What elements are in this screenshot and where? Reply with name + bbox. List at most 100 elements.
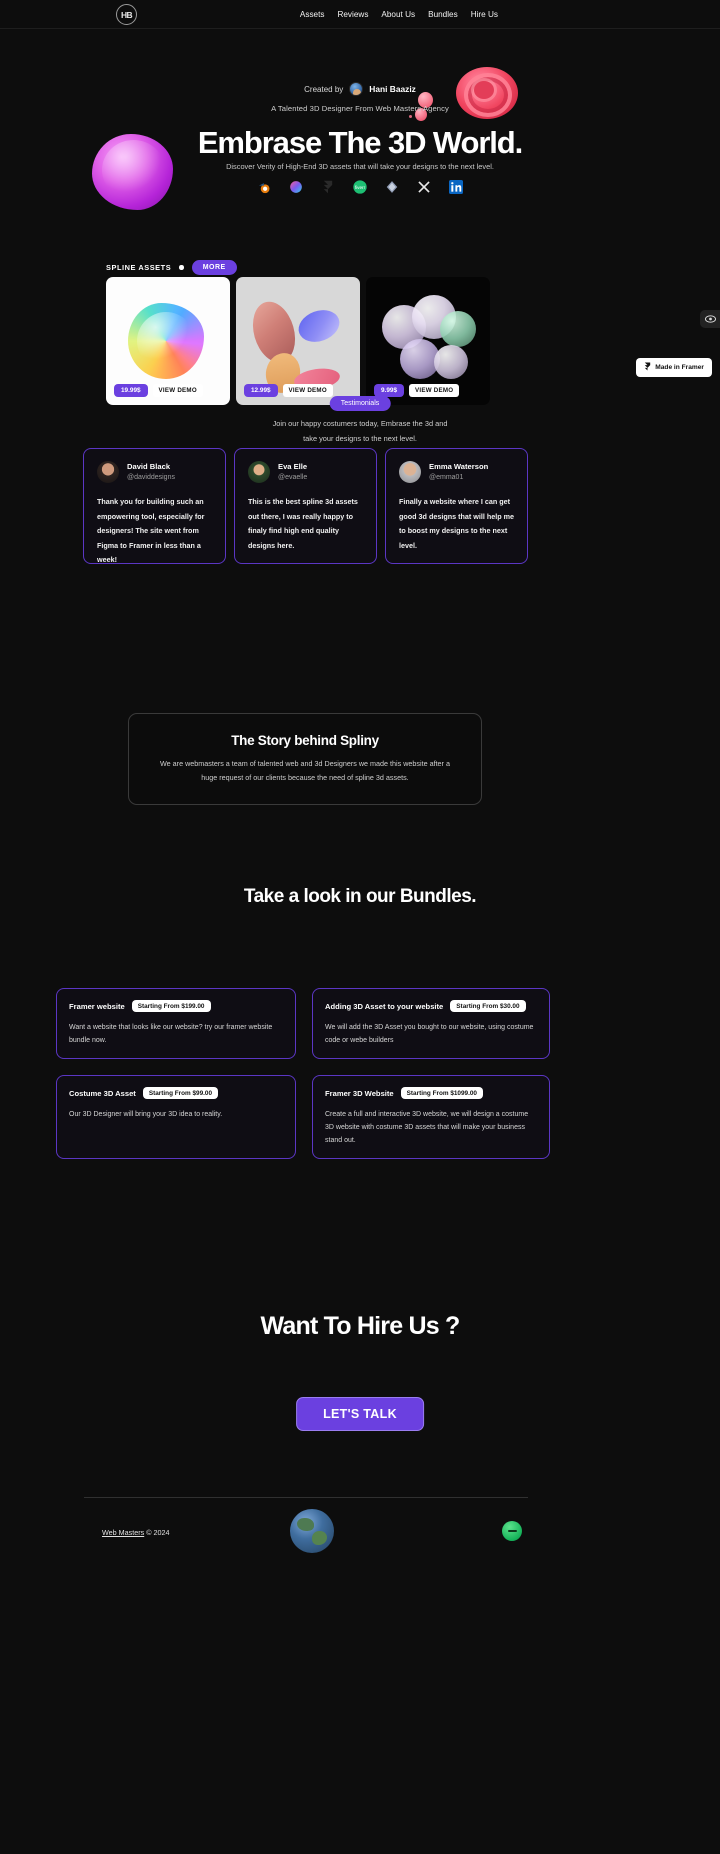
bundle-grid: Framer website Starting From $199.00 Wan… <box>56 988 664 1159</box>
svg-text:fiverr: fiverr <box>355 185 366 190</box>
testimonial-name: Emma Waterson <box>429 462 489 471</box>
bundles-title: Take a look in our Bundles. <box>243 886 477 907</box>
pink-dot <box>409 115 412 118</box>
iridescent-crystal-art <box>128 303 204 379</box>
top-navigation: HB Assets Reviews About Us Bundles Hire … <box>0 0 720 29</box>
testimonial-name: David Black <box>127 462 171 471</box>
eye-icon[interactable] <box>700 310 720 328</box>
hero-tagline: A Talented 3D Designer From Web Masters … <box>271 104 449 113</box>
nav-links: Assets Reviews About Us Bundles Hire Us <box>300 10 498 19</box>
nav-item-assets[interactable]: Assets <box>300 10 325 19</box>
asset-price-badge: 19.99$ <box>114 384 148 397</box>
glass-sphere <box>434 345 468 379</box>
testimonial-card: Eva Elle @evaelle This is the best splin… <box>234 448 377 564</box>
asset-card-badges: 12.99$ VIEW DEMO <box>244 384 333 397</box>
testimonial-name: Eva Elle <box>278 462 308 471</box>
figma-icon[interactable] <box>384 179 400 195</box>
testimonial-card: David Black @daviddesigns Thank you for … <box>83 448 226 564</box>
bundle-price-badge: Starting From $99.00 <box>142 1087 219 1099</box>
spline-icon[interactable] <box>288 179 304 195</box>
story-section: The Story behind Spliny We are webmaster… <box>128 713 482 805</box>
footer-divider <box>84 1497 528 1498</box>
footer-link[interactable]: Web Masters <box>102 1528 144 1537</box>
avatar <box>399 461 421 483</box>
brand-icon-row: fiverr <box>0 179 720 195</box>
footer-copyright: Web Masters © 2024 <box>102 1528 170 1537</box>
testimonial-quote: Finally a website where I can get good 3… <box>399 497 515 550</box>
story-body: We are webmasters a team of talented web… <box>160 759 450 782</box>
hero-section: Created by Hani Baaziz A Talented 3D Des… <box>0 29 720 210</box>
hero-headline: Embrase The 3D World. <box>197 125 523 160</box>
fiverr-glyph <box>507 1530 517 1532</box>
separator-dot <box>179 265 184 270</box>
bundle-description: Want a website that looks like our websi… <box>69 1024 273 1044</box>
bundle-name: Costume 3D Asset <box>69 1088 136 1098</box>
assets-section-header: SPLINE ASSETS MORE <box>106 260 237 275</box>
created-by-label: Created by <box>304 84 344 94</box>
asset-card-badges: 19.99$ VIEW DEMO <box>114 384 203 397</box>
made-in-framer-badge[interactable]: Made in Framer <box>636 358 712 377</box>
made-in-framer-label: Made in Framer <box>655 364 704 371</box>
bundle-price-badge: Starting From $1099.00 <box>400 1087 483 1099</box>
nav-item-reviews[interactable]: Reviews <box>337 10 368 19</box>
fiverr-icon[interactable] <box>502 1521 522 1541</box>
bundle-price-badge: Starting From $199.00 <box>131 1000 211 1012</box>
avatar <box>97 461 119 483</box>
bundle-card[interactable]: Adding 3D Asset to your website Starting… <box>312 988 550 1059</box>
hire-title: Want To Hire Us ? <box>260 1312 461 1340</box>
framer-icon[interactable] <box>320 179 336 195</box>
testimonial-card: Emma Waterson @emma01 Finally a website … <box>385 448 528 564</box>
testimonials-pill: Testimonials <box>329 396 391 411</box>
more-button[interactable]: MORE <box>191 260 237 275</box>
bundle-price-badge: Starting From $30.00 <box>450 1000 526 1012</box>
testimonials-subtitle-line1: Join our happy costumers today, Embrase … <box>272 419 448 428</box>
organic-blob-blue <box>294 304 344 348</box>
bundle-name: Adding 3D Asset to your website <box>325 1001 444 1011</box>
testimonial-header: Eva Elle @evaelle <box>248 461 363 483</box>
bundle-card[interactable]: Framer 3D Website Starting From $1099.00… <box>312 1075 550 1159</box>
globe-icon <box>290 1509 334 1553</box>
x-twitter-icon[interactable] <box>416 179 432 195</box>
nav-item-bundles[interactable]: Bundles <box>428 10 458 19</box>
asset-price-badge: 9.99$ <box>374 384 404 397</box>
glass-sphere <box>440 311 476 347</box>
author-name: Hani Baaziz <box>369 84 416 94</box>
linkedin-icon[interactable] <box>448 179 464 195</box>
bundle-card[interactable]: Costume 3D Asset Starting From $99.00 Ou… <box>56 1075 296 1159</box>
site-logo[interactable]: HB <box>116 4 137 25</box>
bundle-header: Framer website Starting From $199.00 <box>69 1000 283 1012</box>
lets-talk-button[interactable]: LET'S TALK <box>296 1397 424 1431</box>
testimonial-quote: This is the best spline 3d assets out th… <box>248 497 358 550</box>
view-demo-button[interactable]: VIEW DEMO <box>282 384 333 397</box>
nav-item-hire-us[interactable]: Hire Us <box>471 10 498 19</box>
avatar <box>248 461 270 483</box>
bundle-header: Costume 3D Asset Starting From $99.00 <box>69 1087 283 1099</box>
footer-copyright-text: © 2024 <box>144 1528 170 1537</box>
story-title: The Story behind Spliny <box>231 733 379 748</box>
bundle-header: Framer 3D Website Starting From $1099.00 <box>325 1087 537 1099</box>
blender-icon[interactable] <box>256 179 272 195</box>
bundle-description: Our 3D Designer will bring your 3D idea … <box>69 1111 223 1118</box>
asset-card-list: 19.99$ VIEW DEMO 12.99$ VIEW DEMO 9.99$ … <box>106 277 490 405</box>
testimonials-section: Testimonials Join our happy costumers to… <box>0 382 720 632</box>
nav-item-about-us[interactable]: About Us <box>381 10 415 19</box>
bundle-name: Framer website <box>69 1001 125 1011</box>
bundle-card[interactable]: Framer website Starting From $199.00 Wan… <box>56 988 296 1059</box>
asset-price-badge: 12.99$ <box>244 384 278 397</box>
testimonials-subtitle: Join our happy costumers today, Embrase … <box>0 416 720 446</box>
asset-card-badges: 9.99$ VIEW DEMO <box>374 384 460 397</box>
view-demo-button[interactable]: VIEW DEMO <box>409 384 460 397</box>
testimonial-handle: @evaelle <box>278 474 308 481</box>
view-demo-button[interactable]: VIEW DEMO <box>152 384 203 397</box>
bundle-description: Create a full and interactive 3D website… <box>325 1111 529 1144</box>
spline-assets-section: SPLINE ASSETS MORE 19.99$ VIEW DEMO 12.9… <box>0 217 720 405</box>
assets-section-label: SPLINE ASSETS <box>106 263 172 272</box>
framer-icon <box>644 362 651 373</box>
testimonials-subtitle-line2: take your designs to the next level. <box>303 434 417 443</box>
created-by-row: Created by Hani Baaziz <box>0 82 720 96</box>
hero-subline: Discover Verity of High-End 3D assets th… <box>226 162 494 171</box>
bundle-name: Framer 3D Website <box>325 1088 394 1098</box>
testimonial-handle: @daviddesigns <box>127 474 175 481</box>
bundle-description: We will add the 3D Asset you bought to o… <box>325 1024 534 1044</box>
fiverr-icon[interactable]: fiverr <box>352 179 368 195</box>
